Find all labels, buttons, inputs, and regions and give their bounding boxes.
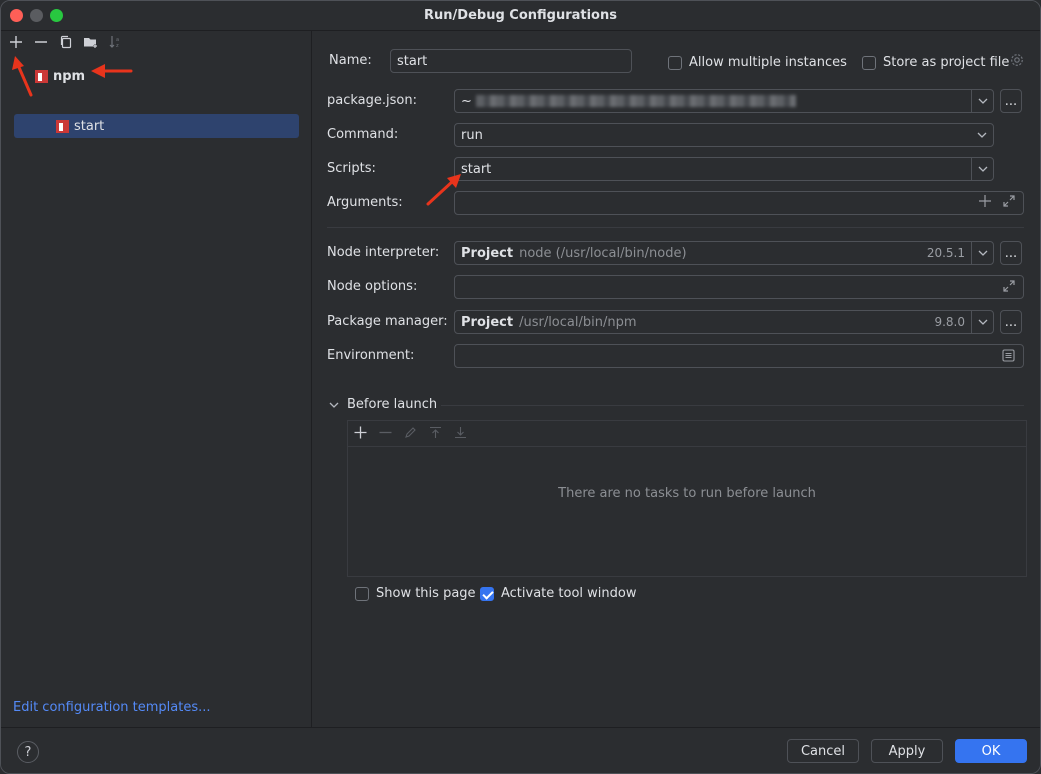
package-json-dropdown[interactable]: ~ [454,89,994,113]
before-launch-title: Before launch [347,397,438,412]
apply-button[interactable]: Apply [871,739,943,763]
name-field[interactable]: start [390,49,632,73]
before-launch-divider [441,405,1024,406]
node-options-field[interactable] [454,275,1024,299]
package-manager-label: Package manager: [327,314,448,329]
chevron-down-icon[interactable] [971,158,993,180]
node-interpreter-label: Node interpreter: [327,245,440,260]
redacted-path [475,95,796,107]
edit-icon[interactable] [404,425,417,443]
tree-item-start[interactable]: start [14,114,299,138]
checkbox-label: Show this page [376,586,476,601]
package-manager-browse-button[interactable]: ... [1000,310,1022,334]
zoom-window-button[interactable] [50,9,63,22]
activate-tool-window-checkbox[interactable]: Activate tool window [480,586,636,601]
environment-label: Environment: [327,348,415,363]
move-up-icon[interactable] [429,425,442,443]
configuration-form: Name: start Allow multiple instances Sto… [313,31,1040,727]
chevron-down-icon[interactable] [971,311,993,333]
sidebar-toolbar: az [7,35,125,53]
window-title: Run/Debug Configurations [424,8,617,23]
checkbox-label: Allow multiple instances [689,55,847,70]
close-window-button[interactable] [10,9,23,22]
before-launch-header[interactable]: Before launch [329,397,437,412]
chevron-down-icon[interactable] [971,242,993,264]
npm-version: 9.8.0 [934,315,965,329]
title-bar: Run/Debug Configurations [1,1,1040,31]
svg-text:z: z [116,43,119,49]
dialog-footer: ? Cancel Apply OK [1,727,1040,773]
environment-field[interactable] [454,344,1024,368]
remove-icon[interactable] [32,35,50,53]
tree-item-label: start [74,118,105,134]
chevron-down-icon [329,398,339,411]
scripts-value: start [461,161,492,177]
add-icon[interactable] [354,425,367,443]
package-manager-dropdown[interactable]: Project /usr/local/bin/npm 9.8.0 [454,310,994,334]
node-interpreter-dropdown[interactable]: Project node (/usr/local/bin/node) 20.5.… [454,241,994,265]
node-interpreter-prefix: Project [461,245,514,261]
node-version: 20.5.1 [926,246,965,260]
package-manager-value: /usr/local/bin/npm [519,314,637,330]
remove-icon[interactable] [379,425,392,443]
checkbox-box [355,586,369,601]
checkbox-box [862,55,876,70]
checkbox-label: Store as project file [883,55,1010,70]
store-as-project-file-checkbox[interactable]: Store as project file [862,55,1009,70]
checkbox-box [480,586,494,601]
npm-icon [35,69,48,83]
configurations-sidebar: az npm start Edit configuration template… [1,31,312,727]
node-interpreter-browse-button[interactable]: ... [1000,241,1022,265]
add-argument-icon[interactable] [979,195,991,211]
command-value: run [461,127,483,143]
sort-icon[interactable]: az [107,35,125,53]
allow-multiple-instances-checkbox[interactable]: Allow multiple instances [668,55,847,70]
gear-icon[interactable] [1010,53,1024,71]
arguments-label: Arguments: [327,195,403,210]
new-folder-icon[interactable] [82,35,100,53]
scripts-label: Scripts: [327,161,376,176]
copy-icon[interactable] [57,35,75,53]
node-options-label: Node options: [327,279,418,294]
before-launch-empty-message: There are no tasks to run before launch [558,486,816,501]
before-launch-toolbar [348,421,1026,447]
package-json-value: ~ [461,93,472,109]
edit-configuration-templates-link[interactable]: Edit configuration templates... [13,700,211,715]
package-json-browse-button[interactable]: ... [1000,89,1022,113]
expand-icon[interactable] [1003,280,1015,296]
package-manager-prefix: Project [461,314,514,330]
cancel-button[interactable]: Cancel [787,739,859,763]
before-launch-panel: There are no tasks to run before launch [347,420,1027,577]
scripts-dropdown[interactable]: start [454,157,994,181]
node-interpreter-value: node (/usr/local/bin/node) [519,245,687,261]
package-json-label: package.json: [327,93,417,108]
show-this-page-checkbox[interactable]: Show this page [355,586,476,601]
arguments-field[interactable] [454,191,1024,215]
tree-group-npm[interactable]: npm [35,64,85,88]
name-label: Name: [329,53,372,68]
chevron-down-icon [971,124,993,146]
edit-environment-icon[interactable] [1002,349,1015,366]
expand-icon[interactable] [1003,195,1015,211]
checkbox-label: Activate tool window [501,586,637,601]
npm-icon [56,119,69,133]
section-divider [327,227,1024,228]
chevron-down-icon[interactable] [971,90,993,112]
ok-button[interactable]: OK [955,739,1027,763]
run-debug-configurations-dialog: Run/Debug Configurations az npm start Ed… [0,0,1041,774]
tree-group-label: npm [53,68,86,84]
help-button[interactable]: ? [17,741,39,763]
command-label: Command: [327,127,399,142]
minimize-window-button[interactable] [30,9,43,22]
move-down-icon[interactable] [454,425,467,443]
checkbox-box [668,55,682,70]
add-icon[interactable] [7,35,25,53]
command-dropdown[interactable]: run [454,123,994,147]
